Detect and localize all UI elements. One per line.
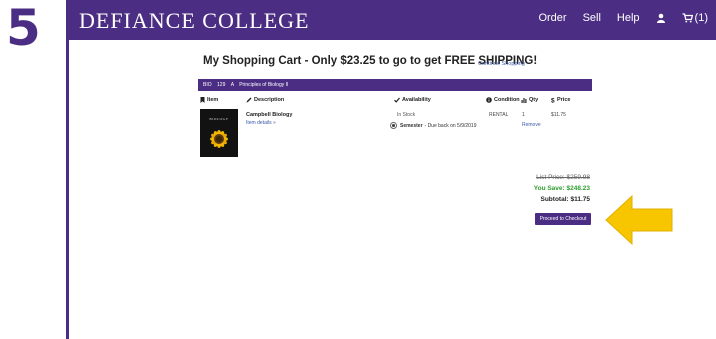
cart-count: (1): [694, 12, 708, 24]
course-number: 129: [217, 82, 226, 88]
qty-value: 1: [522, 112, 525, 118]
column-header-qty: Qty: [521, 97, 538, 103]
info-icon: [486, 97, 492, 103]
course-header: BIO 129 A Principles of Biology II: [198, 79, 592, 91]
check-icon: [394, 97, 400, 103]
item-details-link[interactable]: Item details »: [246, 120, 276, 126]
cart-button[interactable]: (1): [682, 12, 708, 24]
condition-value: RENTAL: [489, 112, 509, 118]
remove-link[interactable]: Remove: [522, 122, 541, 128]
step-number: 5: [6, 0, 41, 57]
due-back-text: - Due back on 5/9/2019: [424, 122, 477, 129]
dollar-icon: $: [551, 98, 555, 104]
rental-term-label: Semester: [400, 122, 423, 129]
svg-text:$: $: [551, 98, 555, 104]
pencil-icon: [246, 97, 252, 103]
nav-menu: Order Sell Help (1): [522, 12, 708, 24]
left-divider: [66, 0, 69, 339]
price-value: $11.75: [551, 112, 566, 118]
sunflower-cover-art: BIOLOGY: [200, 109, 238, 157]
user-icon: [656, 13, 665, 23]
column-header-availability: Availability: [394, 97, 431, 103]
savings-amount: You Save: $248.23: [533, 185, 590, 192]
nav-order-link[interactable]: Order: [538, 12, 566, 24]
brand-logo[interactable]: DEFIANCE COLLEGE: [79, 8, 309, 34]
top-navbar: DEFIANCE COLLEGE Order Sell Help (1): [69, 0, 716, 40]
nav-sell-link[interactable]: Sell: [583, 12, 601, 24]
column-header-condition: Condition: [486, 97, 520, 103]
column-description-label: Description: [254, 97, 285, 103]
column-header-item: Item: [200, 97, 218, 103]
rental-term-option[interactable]: Semester - Due back on 5/9/2019: [390, 122, 477, 129]
column-header-description: Description: [246, 97, 284, 103]
book-title: Campbell Biology: [246, 112, 293, 118]
semester-radio[interactable]: [390, 122, 397, 129]
subtotal: Subtotal: $11.75: [540, 196, 591, 203]
course-dept: BIO: [203, 82, 212, 88]
column-availability-label: Availability: [402, 97, 431, 103]
continue-shopping-link[interactable]: Continue Shopping: [478, 61, 525, 67]
column-price-label: Price: [557, 97, 571, 103]
account-button[interactable]: [656, 13, 666, 23]
list-price: List Price: $259.98: [536, 174, 590, 181]
bookmark-icon: [200, 97, 205, 103]
arrow-left-icon: [605, 194, 673, 246]
nav-help-link[interactable]: Help: [617, 12, 640, 24]
column-condition-label: Condition: [494, 97, 520, 103]
proceed-to-checkout-button[interactable]: Proceed to Checkout: [535, 213, 591, 225]
column-qty-label: Qty: [529, 97, 539, 103]
cover-title: BIOLOGY: [209, 117, 228, 121]
bar-chart-icon: [521, 98, 527, 103]
availability-status: In Stock: [397, 112, 416, 118]
course-name: Principles of Biology II: [239, 82, 289, 88]
book-cover-image[interactable]: BIOLOGY: [200, 109, 238, 157]
cart-icon: [682, 13, 693, 23]
column-item-label: Item: [207, 97, 219, 103]
column-header-price: $ Price: [551, 97, 570, 103]
course-section: A: [230, 82, 234, 88]
